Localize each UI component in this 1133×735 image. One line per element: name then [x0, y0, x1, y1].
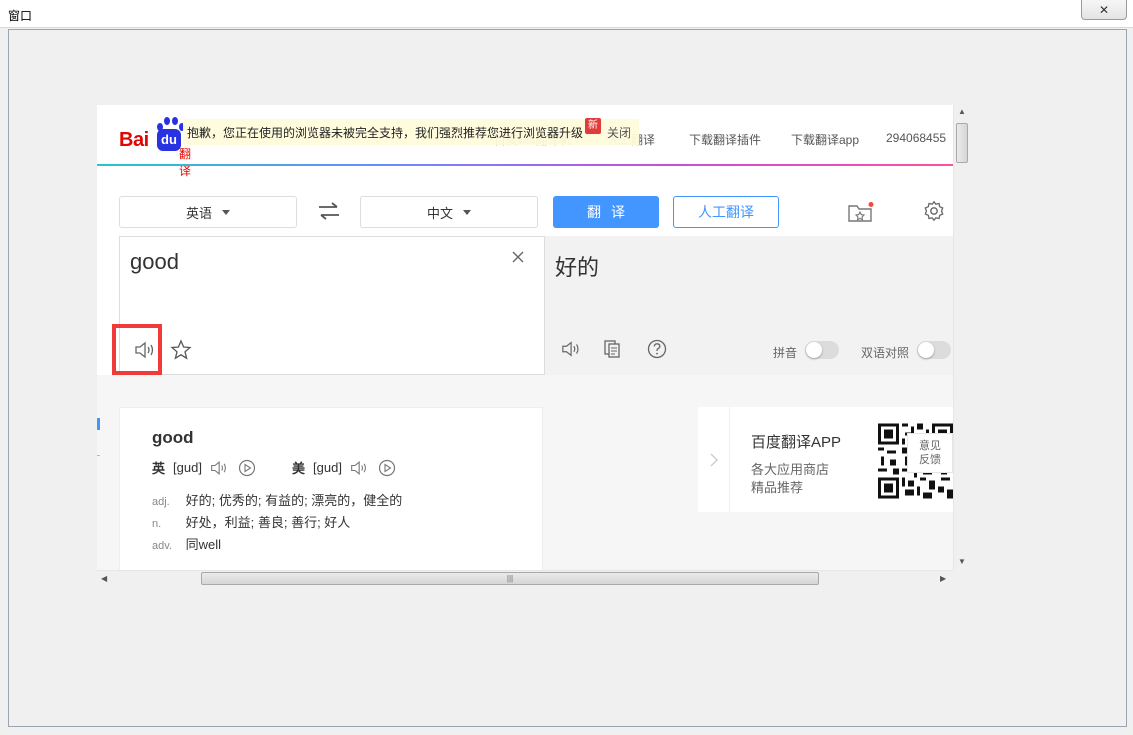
speaker-icon[interactable]	[350, 459, 370, 477]
scroll-left-icon[interactable]: ◀	[101, 574, 107, 583]
embedded-browser: Bai du 翻译 百度wifi翻译机 人工翻译 下载翻译插件 下载翻译app …	[97, 105, 969, 585]
banner-text: 抱歉，您正在使用的浏览器未被完全支持，我们强烈推荐您进行浏览器升级	[187, 125, 584, 140]
target-language-select[interactable]: 中文	[360, 196, 538, 228]
chevron-down-icon	[222, 209, 230, 215]
uk-pronunciation: 英 [ɡud]	[152, 458, 256, 477]
human-translation-button[interactable]: 人工翻译	[673, 196, 779, 228]
banner-close-link[interactable]: 关闭	[607, 124, 631, 141]
scrollbar-corner	[953, 570, 969, 585]
feedback-line: 意见	[919, 440, 941, 452]
pinyin-label: 拼音	[773, 346, 798, 360]
horizontal-scrollbar[interactable]: ◀ ||| ▶	[97, 570, 953, 585]
header-divider	[97, 164, 953, 166]
nav-user-account[interactable]: 294068455	[886, 131, 946, 145]
speaker-icon[interactable]	[561, 339, 583, 359]
app-promo-title: 百度翻译APP	[751, 434, 842, 451]
pinyin-toggle[interactable]	[805, 341, 839, 359]
part-of-speech: adv.	[152, 540, 172, 552]
new-badge: 新	[585, 118, 602, 134]
close-icon: ✕	[1098, 2, 1110, 17]
window-titlebar: 窗口 ✕	[0, 0, 1133, 28]
bilingual-label: 双语对照	[861, 346, 910, 360]
result-panel: 好的 拼音 双语对照	[545, 236, 953, 375]
logo-text: Bai	[119, 129, 149, 151]
side-divider	[97, 455, 100, 456]
help-icon[interactable]	[647, 339, 667, 359]
swap-languages-icon[interactable]	[317, 201, 341, 221]
favorites-folder-icon[interactable]	[847, 201, 875, 223]
source-text-input[interactable]: good	[130, 249, 179, 275]
target-language-label: 中文	[426, 205, 453, 221]
vertical-scroll-thumb[interactable]	[956, 123, 968, 163]
baidu-logo[interactable]: Bai du 翻译	[119, 117, 191, 178]
source-text-panel[interactable]: good	[112, 236, 545, 375]
play-icon[interactable]	[238, 459, 256, 477]
app-promo-line: 精品推荐	[751, 480, 804, 495]
definition-row: adj. 好的; 优秀的; 有益的; 漂亮的，健全的	[152, 490, 402, 509]
uk-label: 英	[152, 461, 166, 476]
gear-icon[interactable]	[923, 200, 945, 222]
scroll-down-icon[interactable]: ▼	[958, 557, 966, 566]
feedback-button[interactable]: 意见 反馈	[907, 433, 953, 473]
part-of-speech: adj.	[152, 496, 170, 508]
copy-icon[interactable]	[602, 339, 622, 359]
chevron-right-icon	[710, 453, 718, 466]
speaker-icon[interactable]	[210, 459, 230, 477]
nav-download-plugin[interactable]: 下载翻译插件	[689, 131, 761, 148]
feedback-line: 反馈	[919, 454, 941, 466]
us-label: 美	[292, 461, 306, 476]
chevron-down-icon	[463, 209, 471, 215]
scroll-up-icon[interactable]: ▲	[958, 107, 966, 116]
star-icon[interactable]	[170, 339, 192, 361]
side-indicator	[97, 418, 100, 430]
browser-warning-banner: 抱歉，您正在使用的浏览器未被完全支持，我们强烈推荐您进行浏览器升级 新 关闭	[183, 118, 640, 145]
definition-row: n. 好处，利益; 善良; 善行; 好人	[152, 512, 350, 531]
logo-du: du	[157, 129, 181, 151]
definition-text: 好的; 优秀的; 有益的; 漂亮的，健全的	[185, 493, 403, 508]
speaker-icon[interactable]	[134, 340, 158, 360]
source-language-label: 英语	[185, 205, 212, 221]
definition-text: 好处，利益; 善良; 善行; 好人	[185, 515, 351, 530]
definition-text: 同well	[185, 537, 222, 552]
logo-subtitle: 翻译	[179, 147, 192, 178]
bilingual-toggle[interactable]	[917, 341, 951, 359]
definition-row: adv. 同well	[152, 534, 221, 553]
source-language-select[interactable]: 英语	[119, 196, 297, 228]
nav-download-app[interactable]: 下载翻译app	[791, 131, 859, 148]
clear-icon[interactable]	[510, 249, 526, 265]
dictionary-headword: good	[152, 428, 194, 447]
app-promo-line: 各大应用商店	[751, 462, 830, 477]
vertical-scrollbar[interactable]: ▲ ▼	[953, 105, 969, 570]
window-title: 窗口	[8, 9, 33, 23]
browser-viewport: Bai du 翻译 百度wifi翻译机 人工翻译 下载翻译插件 下载翻译app …	[97, 105, 953, 570]
dictionary-card: good 英 [ɡud] 美 [ɡud] adj. 好的; 优秀的; 有益的; …	[119, 407, 543, 570]
us-pronunciation: 美 [ɡud]	[292, 458, 396, 477]
result-text: 好的	[555, 255, 600, 280]
part-of-speech: n.	[152, 518, 162, 530]
uk-phonetic: [ɡud]	[173, 460, 202, 475]
scroll-right-icon[interactable]: ▶	[940, 574, 946, 583]
horizontal-scroll-thumb[interactable]: |||	[201, 572, 819, 585]
play-icon[interactable]	[378, 459, 396, 477]
promo-toggle[interactable]	[698, 407, 730, 512]
window-close-button[interactable]: ✕	[1081, 0, 1127, 20]
site-header: Bai du 翻译 百度wifi翻译机 人工翻译 下载翻译插件 下载翻译app …	[97, 105, 953, 178]
translate-button[interactable]: 翻译	[553, 196, 659, 228]
us-phonetic: [ɡud]	[313, 460, 342, 475]
